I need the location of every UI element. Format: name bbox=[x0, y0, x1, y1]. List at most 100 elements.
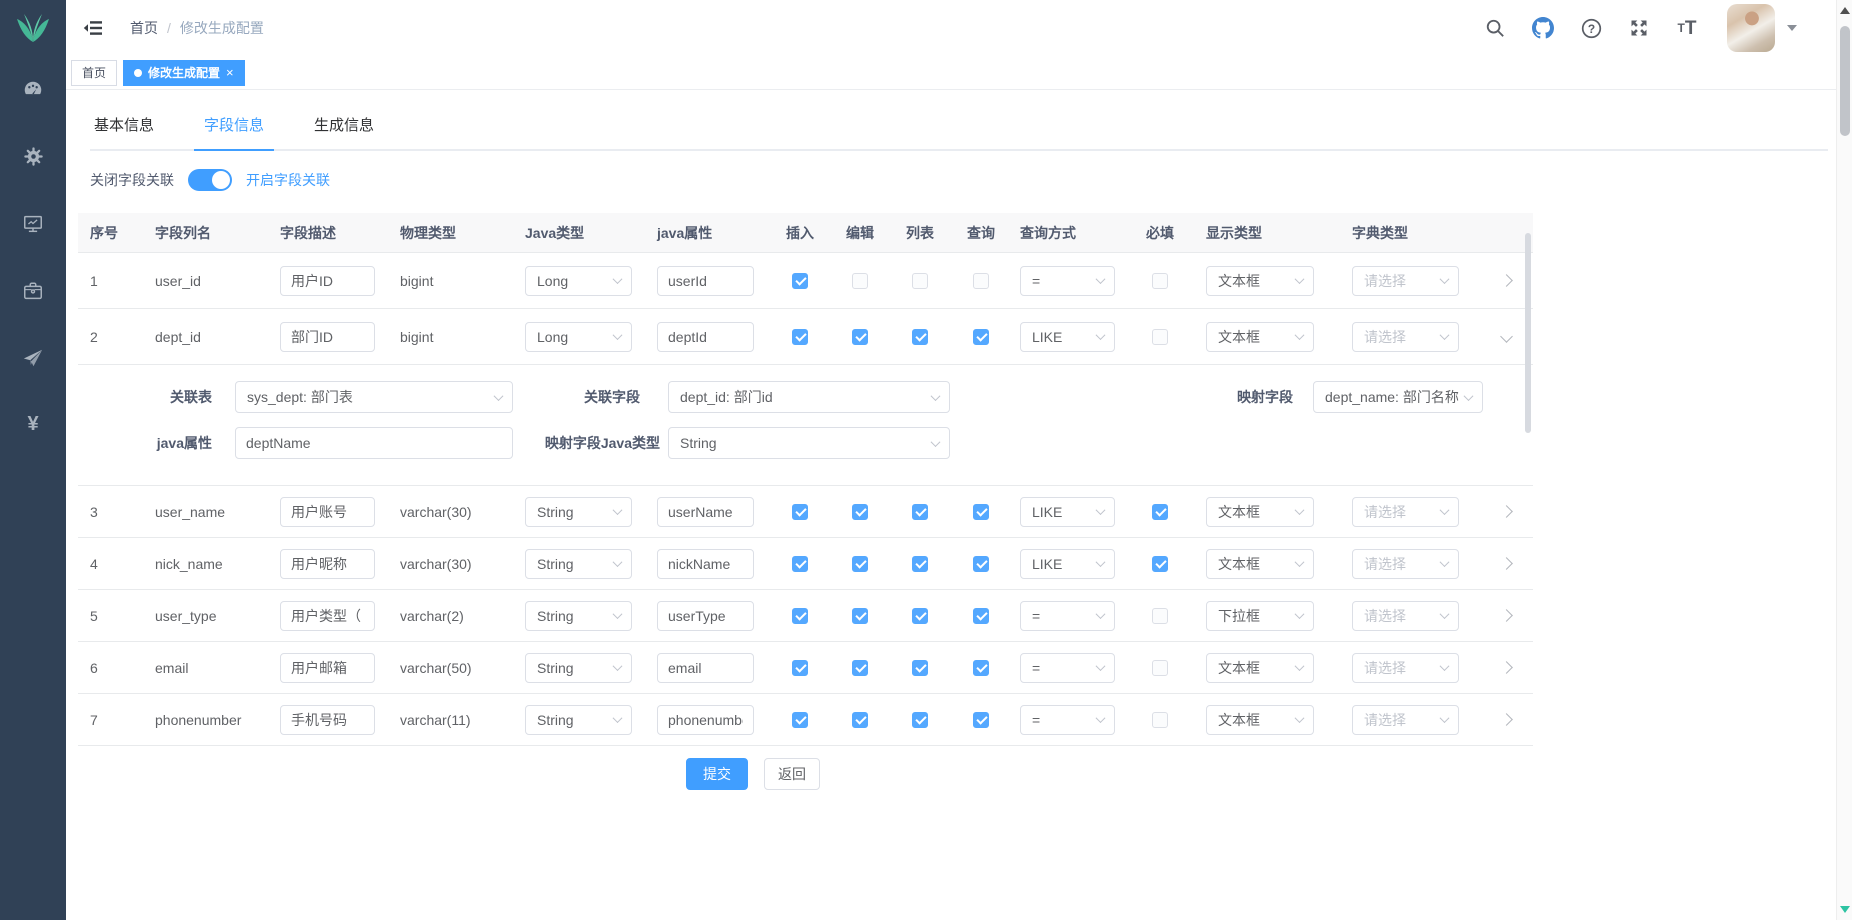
java-attr-input[interactable] bbox=[657, 322, 754, 352]
fullscreen-button[interactable] bbox=[1627, 16, 1651, 40]
expand-chevron-icon[interactable] bbox=[1500, 274, 1513, 287]
query-checkbox[interactable] bbox=[973, 329, 989, 345]
font-size-button[interactable]: TT bbox=[1675, 16, 1699, 40]
insert-checkbox[interactable] bbox=[792, 273, 808, 289]
edit-checkbox[interactable] bbox=[852, 273, 868, 289]
java-type-select[interactable]: String bbox=[525, 497, 632, 527]
submit-button[interactable]: 提交 bbox=[686, 758, 748, 790]
query-way-select[interactable]: LIKE bbox=[1020, 497, 1115, 527]
html-type-select[interactable]: 下拉框 bbox=[1206, 601, 1314, 631]
html-type-select[interactable]: 文本框 bbox=[1206, 497, 1314, 527]
required-checkbox[interactable] bbox=[1152, 712, 1168, 728]
edit-checkbox[interactable] bbox=[852, 556, 868, 572]
edit-checkbox[interactable] bbox=[852, 608, 868, 624]
html-type-select[interactable]: 文本框 bbox=[1206, 322, 1314, 352]
dict-type-select[interactable]: 请选择 bbox=[1352, 322, 1459, 352]
query-way-select[interactable]: LIKE bbox=[1020, 322, 1115, 352]
dict-type-select[interactable]: 请选择 bbox=[1352, 549, 1459, 579]
query-way-select[interactable]: LIKE bbox=[1020, 549, 1115, 579]
dict-type-select[interactable]: 请选择 bbox=[1352, 705, 1459, 735]
expand-chevron-icon[interactable] bbox=[1500, 713, 1513, 726]
dict-type-select[interactable]: 请选择 bbox=[1352, 266, 1459, 296]
dict-type-select[interactable]: 请选择 bbox=[1352, 497, 1459, 527]
caret-down-icon[interactable] bbox=[1787, 25, 1797, 31]
sidebar-item-dashboard[interactable] bbox=[0, 56, 66, 123]
column-desc-input[interactable] bbox=[280, 322, 375, 352]
list-checkbox[interactable] bbox=[912, 556, 928, 572]
sidebar-item-system[interactable] bbox=[0, 123, 66, 190]
java-type-select[interactable]: String bbox=[525, 705, 632, 735]
assoc-field-select[interactable]: dept_id: 部门id bbox=[668, 381, 950, 413]
insert-checkbox[interactable] bbox=[792, 660, 808, 676]
collapse-chevron-icon[interactable] bbox=[1500, 330, 1513, 343]
java-attr-input[interactable] bbox=[657, 549, 754, 579]
column-desc-input[interactable] bbox=[280, 705, 375, 735]
avatar[interactable] bbox=[1727, 4, 1775, 52]
github-button[interactable] bbox=[1531, 16, 1555, 40]
html-type-select[interactable]: 文本框 bbox=[1206, 653, 1314, 683]
html-type-select[interactable]: 文本框 bbox=[1206, 705, 1314, 735]
insert-checkbox[interactable] bbox=[792, 504, 808, 520]
column-desc-input[interactable] bbox=[280, 266, 375, 296]
required-checkbox[interactable] bbox=[1152, 660, 1168, 676]
back-button[interactable]: 返回 bbox=[764, 758, 820, 790]
edit-checkbox[interactable] bbox=[852, 660, 868, 676]
dict-type-select[interactable]: 请选择 bbox=[1352, 653, 1459, 683]
map-java-attr-input[interactable] bbox=[235, 427, 513, 459]
required-checkbox[interactable] bbox=[1152, 556, 1168, 572]
java-type-select[interactable]: String bbox=[525, 601, 632, 631]
query-way-select[interactable]: = bbox=[1020, 266, 1115, 296]
column-desc-input[interactable] bbox=[280, 601, 375, 631]
query-checkbox[interactable] bbox=[973, 712, 989, 728]
java-type-select[interactable]: String bbox=[525, 549, 632, 579]
edit-checkbox[interactable] bbox=[852, 712, 868, 728]
expand-chevron-icon[interactable] bbox=[1500, 661, 1513, 674]
sidebar-item-tool[interactable] bbox=[0, 257, 66, 324]
expand-chevron-icon[interactable] bbox=[1500, 609, 1513, 622]
search-button[interactable] bbox=[1483, 16, 1507, 40]
tab-field-info[interactable]: 字段信息 bbox=[200, 106, 268, 149]
scrollbar-up-arrow[interactable] bbox=[1840, 7, 1850, 14]
list-checkbox[interactable] bbox=[912, 608, 928, 624]
required-checkbox[interactable] bbox=[1152, 608, 1168, 624]
tab-basic-info[interactable]: 基本信息 bbox=[90, 106, 158, 149]
edit-checkbox[interactable] bbox=[852, 504, 868, 520]
java-attr-input[interactable] bbox=[657, 266, 754, 296]
query-way-select[interactable]: = bbox=[1020, 705, 1115, 735]
required-checkbox[interactable] bbox=[1152, 273, 1168, 289]
sidebar-item-monitor[interactable] bbox=[0, 190, 66, 257]
java-type-select[interactable]: String bbox=[525, 653, 632, 683]
html-type-select[interactable]: 文本框 bbox=[1206, 549, 1314, 579]
required-checkbox[interactable] bbox=[1152, 504, 1168, 520]
java-attr-input[interactable] bbox=[657, 497, 754, 527]
query-checkbox[interactable] bbox=[973, 504, 989, 520]
scrollbar-down-arrow[interactable] bbox=[1840, 906, 1850, 913]
query-checkbox[interactable] bbox=[973, 608, 989, 624]
tab-generate-info[interactable]: 生成信息 bbox=[310, 106, 378, 149]
scrollbar-thumb[interactable] bbox=[1840, 26, 1850, 136]
query-way-select[interactable]: = bbox=[1020, 653, 1115, 683]
insert-checkbox[interactable] bbox=[792, 329, 808, 345]
insert-checkbox[interactable] bbox=[792, 608, 808, 624]
dict-type-select[interactable]: 请选择 bbox=[1352, 601, 1459, 631]
column-desc-input[interactable] bbox=[280, 497, 375, 527]
expand-chevron-icon[interactable] bbox=[1500, 557, 1513, 570]
map-field-select[interactable]: dept_name: 部门名称 bbox=[1313, 381, 1483, 413]
java-type-select[interactable]: Long bbox=[525, 322, 632, 352]
list-checkbox[interactable] bbox=[912, 660, 928, 676]
map-java-type-select[interactable]: String bbox=[668, 427, 950, 459]
query-checkbox[interactable] bbox=[973, 556, 989, 572]
sidebar-item-finance[interactable]: ¥ bbox=[0, 391, 66, 458]
java-type-select[interactable]: Long bbox=[525, 266, 632, 296]
tag-edit-gen-config[interactable]: 修改生成配置 × bbox=[123, 60, 245, 86]
tag-close-icon[interactable]: × bbox=[226, 66, 234, 79]
list-checkbox[interactable] bbox=[912, 504, 928, 520]
insert-checkbox[interactable] bbox=[792, 712, 808, 728]
java-attr-input[interactable] bbox=[657, 705, 754, 735]
insert-checkbox[interactable] bbox=[792, 556, 808, 572]
sidebar-item-deploy[interactable] bbox=[0, 324, 66, 391]
tag-home[interactable]: 首页 bbox=[71, 60, 117, 86]
java-attr-input[interactable] bbox=[657, 653, 754, 683]
association-toggle[interactable] bbox=[188, 169, 232, 191]
java-attr-input[interactable] bbox=[657, 601, 754, 631]
